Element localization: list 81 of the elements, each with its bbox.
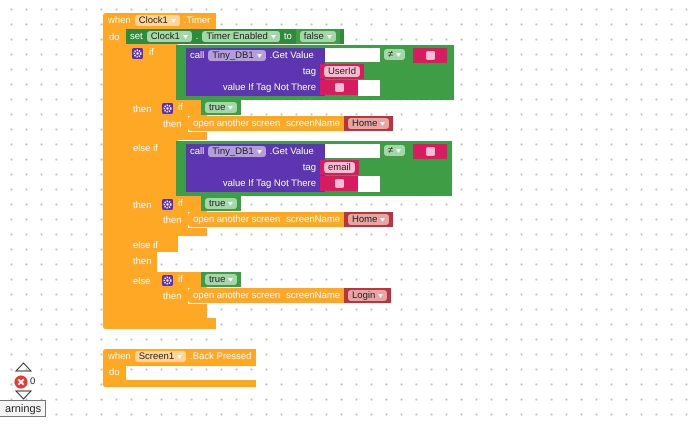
caret-icon: [228, 106, 234, 110]
block-keyword: else if: [133, 240, 158, 252]
block-keyword: call: [190, 50, 204, 62]
block-keyword: then: [163, 119, 182, 131]
method-name: .Get Value: [270, 50, 314, 62]
block-keyword: set: [130, 30, 143, 42]
block-keyword: do: [109, 32, 120, 44]
gear-icon[interactable]: [132, 48, 143, 59]
screen-dropdown[interactable]: Login: [348, 290, 388, 301]
method-name: .Get Value: [270, 146, 314, 158]
warnings-button[interactable]: arnings: [0, 400, 46, 417]
empty-socket: [325, 144, 380, 158]
boolean-dropdown[interactable]: false: [300, 31, 336, 42]
block-keyword: when: [108, 14, 131, 26]
down-arrow-icon[interactable]: [15, 390, 32, 400]
caret-icon: [396, 148, 402, 152]
caret-icon: [170, 18, 176, 22]
block-keyword: else if: [133, 143, 158, 155]
text-block: [413, 48, 447, 63]
component-dropdown[interactable]: Clock1: [146, 31, 192, 42]
block-keyword: if: [178, 274, 183, 286]
block-keyword: if: [149, 47, 154, 59]
operator-dropdown[interactable]: ≠: [384, 145, 406, 156]
caret-icon: [256, 54, 262, 58]
parameter-label: screenName: [286, 214, 340, 226]
block-keyword: then: [163, 291, 182, 303]
component-dropdown[interactable]: Tiny_DB1: [208, 146, 266, 157]
caret-icon: [228, 278, 234, 282]
parameter-label: value If Tag Not There: [222, 82, 316, 94]
screen-dropdown[interactable]: Home: [348, 118, 390, 129]
text-block: [413, 144, 447, 159]
parameter-label: screenName: [286, 290, 340, 302]
caret-icon: [380, 218, 386, 222]
dot-separator: .: [196, 30, 198, 42]
event-name: .Back Pressed: [190, 350, 252, 362]
block-keyword: if: [178, 102, 183, 114]
screen-dropdown[interactable]: Home: [348, 214, 390, 225]
empty-socket: [325, 48, 380, 62]
component-dropdown[interactable]: Screen1: [134, 351, 186, 362]
operator-dropdown[interactable]: ≠: [384, 49, 406, 60]
block-keyword: else: [133, 276, 150, 288]
caret-icon: [177, 354, 182, 358]
caret-icon: [256, 150, 262, 154]
event-name: .Timer: [184, 14, 210, 26]
caret-icon: [326, 34, 332, 38]
block-keyword: call: [190, 146, 204, 158]
boolean-dropdown[interactable]: true: [205, 198, 238, 209]
block-keyword: do: [109, 367, 120, 379]
string-value: email: [324, 162, 355, 173]
string-value: UserId: [324, 66, 360, 77]
block-keyword: to: [284, 30, 292, 42]
caret-icon: [228, 202, 234, 206]
block-keyword: if: [178, 198, 183, 210]
boolean-dropdown[interactable]: true: [205, 274, 238, 285]
gear-icon[interactable]: [162, 199, 173, 210]
block-keyword: open another screen: [193, 290, 280, 302]
block-keyword: then: [133, 200, 152, 212]
block-keyword: then: [133, 256, 152, 268]
parameter-label: value If Tag Not There: [222, 178, 316, 190]
parameter-label: tag: [302, 66, 316, 78]
gear-icon[interactable]: [162, 275, 173, 286]
block-keyword: then: [133, 104, 152, 116]
error-icon: [14, 375, 28, 389]
gear-icon[interactable]: [162, 103, 173, 114]
caret-icon: [182, 34, 188, 38]
property-dropdown[interactable]: Timer Enabled: [202, 31, 280, 42]
error-count: 0: [30, 376, 36, 388]
block-keyword: open another screen: [193, 118, 280, 130]
caret-icon: [270, 34, 276, 38]
block-keyword: when: [108, 350, 131, 362]
caret-icon: [378, 294, 384, 298]
caret-icon: [380, 122, 386, 126]
up-arrow-icon[interactable]: [15, 362, 32, 372]
parameter-label: tag: [302, 162, 316, 174]
component-dropdown[interactable]: Clock1: [134, 15, 180, 26]
component-dropdown[interactable]: Tiny_DB1: [208, 50, 266, 61]
parameter-label: screenName: [286, 118, 340, 130]
caret-icon: [396, 52, 402, 56]
boolean-dropdown[interactable]: true: [205, 102, 238, 113]
block-keyword: open another screen: [193, 214, 280, 226]
block-keyword: then: [163, 215, 182, 227]
